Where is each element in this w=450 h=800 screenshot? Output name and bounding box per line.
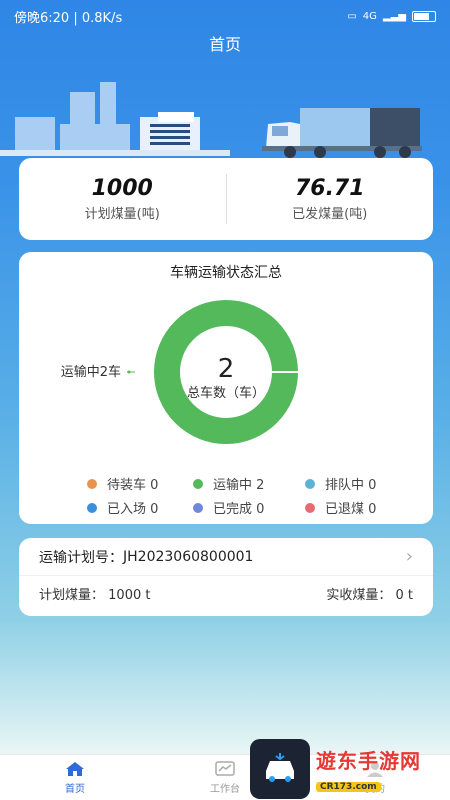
legend-label: 已入场 0	[107, 502, 159, 517]
chart-callout-label: 运输中2车	[61, 364, 121, 380]
plan-planned: 计划煤量： 1000 t	[39, 584, 150, 603]
shipped-coal-value: 76.71	[294, 176, 365, 201]
plan-number-value: JH2023060800001	[123, 548, 254, 565]
shipped-coal-stat: 76.71 已发煤量(吨)	[227, 176, 434, 222]
signal-icon: ▂▃▅	[382, 10, 406, 22]
watermark-logo-icon	[250, 739, 310, 799]
plan-coal-row: 计划煤量： 1000 t 实收煤量： 0 t	[39, 584, 413, 603]
home-icon	[66, 762, 84, 776]
page-title: 首页	[208, 35, 241, 54]
legend-dot	[305, 478, 315, 489]
watermark-url: CR173.com	[316, 782, 381, 792]
tab-home[interactable]: 首页	[0, 755, 150, 800]
hd-icon: ▭	[347, 10, 357, 22]
network-type: 4G	[362, 10, 377, 22]
watermark-overlay: 遊东手游网 CR173.com	[250, 738, 450, 800]
legend-item: 已完成 0	[193, 498, 264, 517]
battery-icon	[412, 10, 436, 22]
chevron-right-icon[interactable]: ›	[406, 546, 413, 567]
shipped-coal-label: 已发煤量(吨)	[292, 207, 368, 222]
plan-planned-label: 计划煤量：	[39, 588, 105, 603]
legend-item: 已入场 0	[87, 498, 158, 517]
coal-stats-card: 1000 计划煤量(吨) 76.71 已发煤量(吨)	[19, 158, 433, 240]
legend-dot	[193, 502, 203, 513]
plan-received: 实收煤量： 0 t	[326, 584, 413, 603]
industry-banner-illustration	[0, 82, 422, 158]
legend-item: 运输中 2	[193, 474, 264, 493]
legend-dot	[87, 478, 97, 489]
chart-center-label: 总车数（车）	[187, 385, 265, 401]
callout-dot	[127, 370, 131, 374]
plan-number-label: 运输计划号：	[39, 549, 123, 566]
legend-item: 待装车 0	[87, 474, 158, 493]
transport-plan-card[interactable]: 运输计划号： JH2023060800001 › 计划煤量： 1000 t 实收…	[19, 538, 433, 616]
legend-dot	[305, 502, 315, 513]
planned-coal-label: 计划煤量(吨)	[84, 207, 160, 222]
planned-coal-stat: 1000 计划煤量(吨)	[19, 176, 226, 222]
status-time: 傍晚6:20 | 0.8K/s	[14, 7, 347, 26]
chart-title: 车辆运输状态汇总	[170, 265, 282, 281]
status-icons: ▭ 4G ▂▃▅	[347, 10, 436, 22]
legend-label: 已完成 0	[213, 502, 265, 517]
battery-level	[414, 12, 430, 20]
legend-label: 已退煤 0	[325, 502, 377, 517]
legend-dot	[87, 502, 97, 513]
chart-line-icon	[215, 761, 235, 776]
legend-label: 待装车 0	[107, 478, 159, 493]
clock-text: 傍晚6:20	[14, 10, 70, 26]
plan-received-value: 0 t	[395, 588, 413, 603]
planned-coal-value: 1000	[91, 176, 153, 201]
plan-number-row[interactable]: 运输计划号： JH2023060800001 ›	[19, 538, 433, 576]
plan-planned-value: 1000 t	[108, 588, 151, 603]
chart-center-value: 2	[218, 354, 235, 384]
legend-item: 排队中 0	[305, 474, 376, 493]
legend-label: 运输中 2	[213, 478, 265, 493]
plan-received-label: 实收煤量：	[326, 588, 392, 603]
status-donut-chart: 运输中2车 2 总车数（车）	[61, 300, 298, 444]
network-speed: 0.8K/s	[81, 10, 123, 26]
status-bar: 傍晚6:20 | 0.8K/s ▭ 4G ▂▃▅	[0, 0, 450, 32]
divider-text: |	[73, 10, 82, 26]
legend-dot	[193, 478, 203, 489]
legend-label: 排队中 0	[325, 478, 377, 493]
tab-home-label: 首页	[65, 784, 85, 795]
transport-status-card: 车辆运输状态汇总 运输中2车 2 总车数（车） 待装车 0 运输中 2 排队中 0 已…	[19, 252, 433, 524]
legend-item: 已退煤 0	[305, 498, 376, 517]
tab-workbench-label: 工作台	[210, 784, 240, 795]
watermark-title: 遊东手游网	[316, 749, 421, 773]
watermark-text: 遊东手游网 CR173.com	[316, 745, 421, 793]
